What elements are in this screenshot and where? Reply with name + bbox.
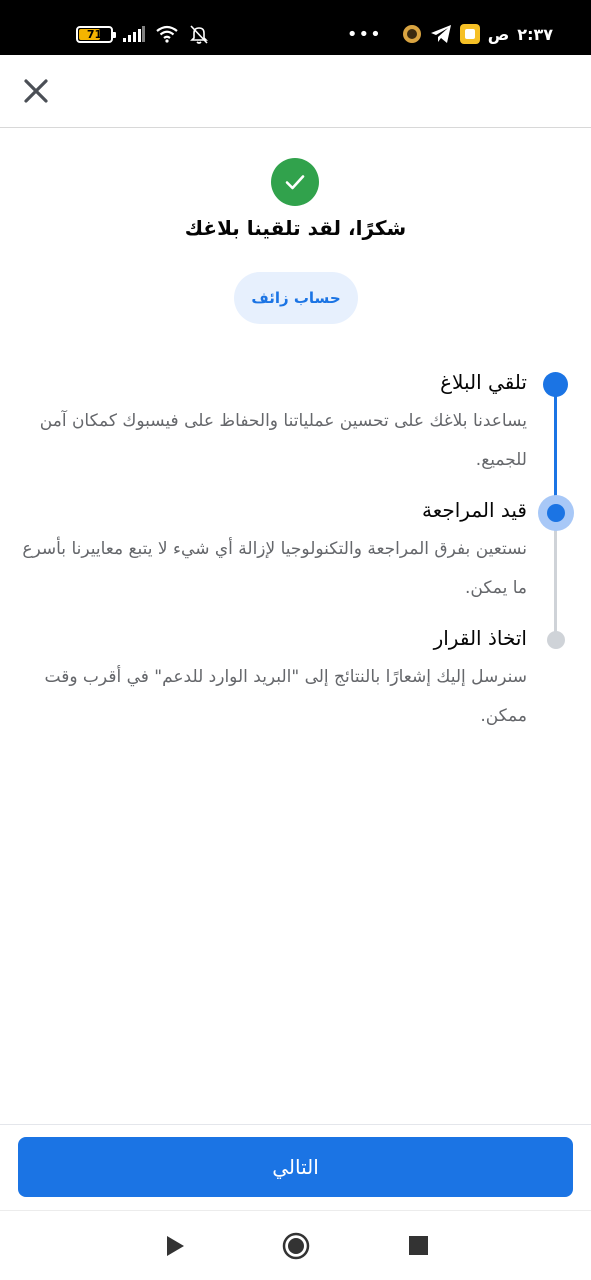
- timeline-dot-current: [547, 504, 565, 522]
- step-title-in-review: قيد المراجعة: [422, 498, 527, 522]
- timeline-dot-pending: [547, 631, 565, 649]
- am-pm-label: ص: [487, 24, 510, 44]
- more-notifications-dots: •••: [346, 23, 382, 45]
- close-icon: [24, 79, 48, 103]
- header: [0, 55, 591, 128]
- wifi-icon: [156, 25, 178, 43]
- clock-time: ٢:٣٧: [517, 24, 553, 44]
- status-icons-left: 71: [76, 22, 209, 46]
- success-check-badge: [271, 158, 319, 206]
- battery-icon: 71: [76, 25, 116, 43]
- close-button[interactable]: [18, 73, 54, 109]
- app-notification-icon: [402, 25, 421, 43]
- footer-divider: [0, 1124, 591, 1125]
- confirmation-title: شكرًا، لقد تلقينا بلاغك: [184, 216, 407, 240]
- notes-app-icon: [459, 24, 480, 44]
- recents-icon[interactable]: [409, 1236, 428, 1255]
- back-icon[interactable]: [165, 1235, 185, 1257]
- report-type-chip: حساب زائف: [234, 272, 358, 324]
- step-description-in-review: نستعين بفرق المراجعة والتكنولوجيا لإزالة…: [22, 539, 527, 598]
- battery-level: 71: [86, 27, 103, 41]
- home-icon[interactable]: [282, 1232, 310, 1260]
- signal-icon: [123, 26, 145, 42]
- step-title-received: تلقي البلاغ: [440, 370, 527, 394]
- timeline-dot-completed: [543, 372, 568, 397]
- system-navigation-bar: [0, 1210, 591, 1280]
- timeline-line-pending: [554, 514, 557, 640]
- bell-off-icon: [190, 25, 208, 44]
- step-title-decision: اتخاذ القرار: [433, 626, 527, 650]
- check-icon: [285, 175, 305, 190]
- step-description-received: يساعدنا بلاغك على تحسين عملياتنا والحفاظ…: [39, 411, 527, 470]
- status-icons-right: ••• ص ٢:٣٧: [347, 22, 553, 46]
- step-description-decision: سنرسل إليك إشعارًا بالنتائج إلى "البريد …: [44, 667, 528, 726]
- status-bar: 71 ••• ص ٢:٣٧: [0, 0, 591, 55]
- next-button[interactable]: التالي: [18, 1137, 573, 1197]
- telegram-icon: [430, 25, 451, 43]
